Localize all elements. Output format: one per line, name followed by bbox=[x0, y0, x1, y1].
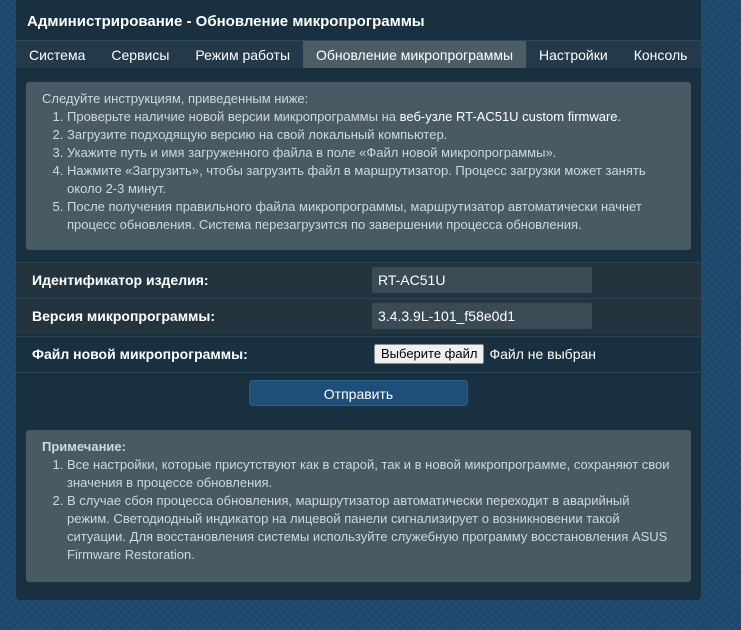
tab-services[interactable]: Сервисы bbox=[98, 41, 182, 68]
file-status: Файл не выбран bbox=[489, 346, 597, 362]
file-picker: Выберите файл Файл не выбран bbox=[374, 344, 596, 364]
instruction-step: Проверьте наличие новой версии микропрог… bbox=[67, 108, 675, 126]
tab-system[interactable]: Система bbox=[16, 41, 98, 68]
note-item: В случае сбоя процесса обновления, маршр… bbox=[67, 492, 675, 564]
note-title: Примечание: bbox=[42, 439, 126, 454]
new-firmware-label: Файл новой микропрограммы: bbox=[32, 346, 248, 362]
instruction-step: Нажмите «Загрузить», чтобы загрузить фай… bbox=[67, 162, 675, 198]
note-item: Все настройки, которые присутствуют как … bbox=[67, 456, 675, 492]
tab-firmware-upgrade[interactable]: Обновление микропрограммы bbox=[303, 41, 527, 68]
firmware-version-value: 3.4.3.9L-101_f58e0d1 bbox=[372, 303, 592, 329]
page-title: Администрирование - Обновление микропрог… bbox=[27, 13, 425, 30]
main-panel: Администрирование - Обновление микропрог… bbox=[16, 0, 701, 600]
submit-button[interactable]: Отправить bbox=[249, 380, 468, 406]
note-list: Все настройки, которые присутствуют как … bbox=[42, 456, 675, 564]
firmware-version-row: Версия микропрограммы: 3.4.3.9L-101_f58e… bbox=[16, 298, 701, 334]
note-box: Примечание: Все настройки, которые прису… bbox=[26, 430, 691, 582]
instruction-step: Укажите путь и имя загруженного файла в … bbox=[67, 144, 675, 162]
firmware-version-label: Версия микропрограммы: bbox=[32, 308, 216, 324]
instructions-list: Проверьте наличие новой версии микропрог… bbox=[42, 108, 675, 234]
product-id-label: Идентификатор изделия: bbox=[32, 272, 209, 288]
tab-settings[interactable]: Настройки bbox=[526, 41, 621, 68]
instruction-step: Загрузите подходящую версию на свой лока… bbox=[67, 126, 675, 144]
tab-console[interactable]: Консоль bbox=[621, 41, 701, 68]
tab-bar: Система Сервисы Режим работы Обновление … bbox=[16, 40, 701, 68]
instruction-step: После получения правильного файла микроп… bbox=[67, 198, 675, 234]
tab-operation-mode[interactable]: Режим работы bbox=[182, 41, 303, 68]
instructions-box: Следуйте инструкциям, приведенным ниже: … bbox=[26, 82, 691, 250]
choose-file-button[interactable]: Выберите файл bbox=[374, 344, 485, 364]
product-id-row: Идентификатор изделия: RT-AC51U bbox=[16, 262, 701, 298]
firmware-site-link[interactable]: веб-узле RT-AC51U custom firmware bbox=[400, 109, 618, 124]
row-divider bbox=[16, 372, 701, 373]
new-firmware-row: Файл новой микропрограммы: Выберите файл… bbox=[16, 336, 701, 372]
product-id-value: RT-AC51U bbox=[372, 267, 592, 293]
instructions-intro: Следуйте инструкциям, приведенным ниже: bbox=[42, 91, 309, 106]
